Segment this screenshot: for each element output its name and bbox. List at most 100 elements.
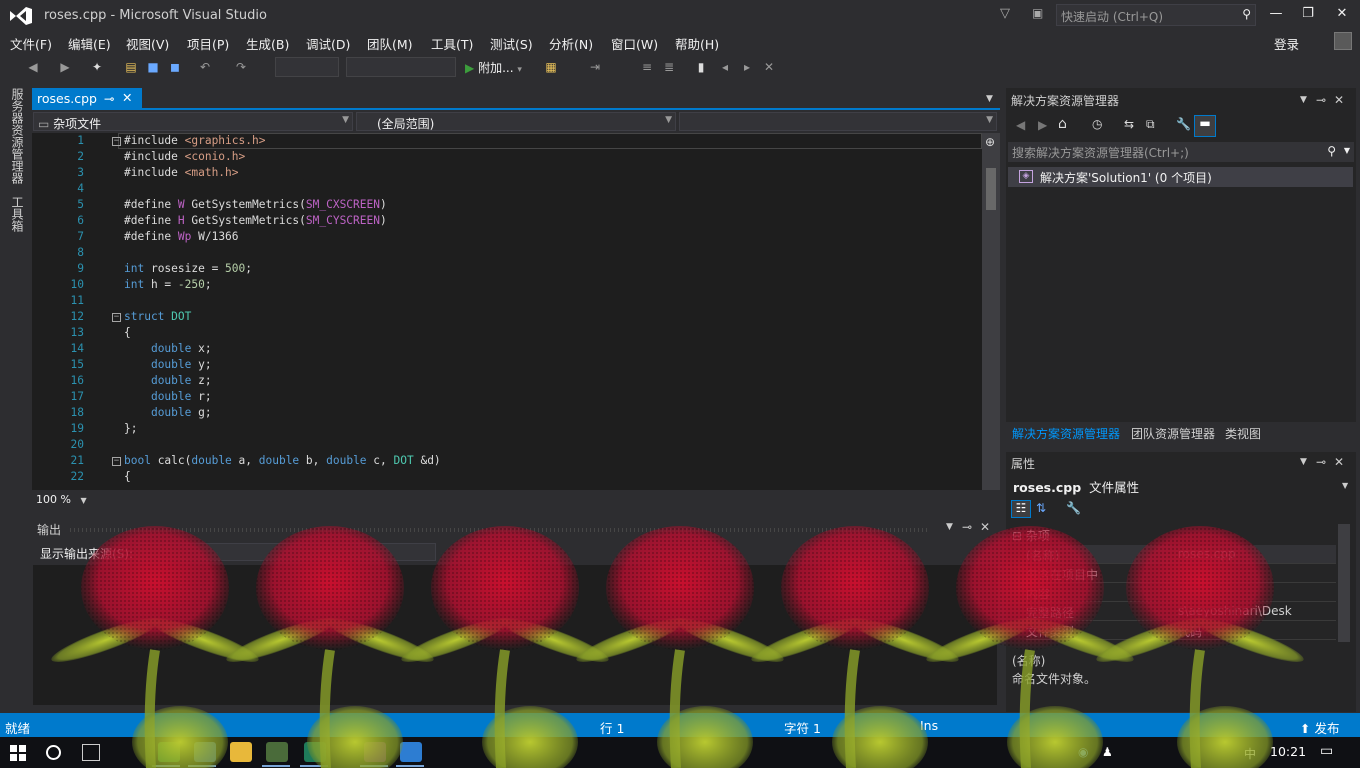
output-pin-icon[interactable]: ⊸ <box>962 520 972 534</box>
property-row[interactable]: 完整路径 s\aeyoshinari\Desk <box>1026 602 1336 621</box>
file-explorer-icon[interactable] <box>230 742 252 762</box>
solution-config-combo[interactable] <box>275 57 339 77</box>
se-close-icon[interactable]: ✕ <box>1334 93 1344 107</box>
save-icon[interactable]: ■ <box>146 60 160 74</box>
property-row[interactable]: 文件类型 代码 <box>1026 621 1336 640</box>
editor-scroll-thumb[interactable] <box>986 168 996 210</box>
fold-toggle-icon[interactable]: − <box>112 313 121 322</box>
member-combo[interactable]: ▼ <box>679 112 997 131</box>
toolbox-tab[interactable]: 工具箱 <box>9 196 26 232</box>
alphabetical-icon[interactable]: ⇅ <box>1036 501 1046 515</box>
taskbar-app-5-icon[interactable] <box>304 742 326 762</box>
history-icon[interactable]: ◷ <box>1092 117 1102 131</box>
code-editor[interactable]: 1− #include <graphics.h> 2 #include <conio.… <box>32 133 982 490</box>
props-close-icon[interactable]: ✕ <box>1334 455 1344 469</box>
sync-icon[interactable]: ⇆ <box>1124 117 1134 131</box>
menu-team[interactable]: 团队(M) <box>367 34 413 53</box>
output-source-combo[interactable] <box>136 543 436 561</box>
cortana-search-icon[interactable] <box>46 745 61 760</box>
server-explorer-tab[interactable]: 服务器资源管理器 <box>9 88 26 184</box>
quick-launch-input[interactable]: 快速启动 (Ctrl+Q) ⚲ <box>1056 4 1256 26</box>
props-dropdown-icon[interactable]: ▼ <box>1300 457 1307 467</box>
feedback-icon[interactable]: ▣ <box>1032 6 1043 20</box>
taskbar-app-1-icon[interactable] <box>158 742 180 762</box>
properties-wrench-icon[interactable]: 🔧 <box>1176 117 1191 131</box>
taskbar-app-2-icon[interactable] <box>194 742 216 762</box>
attach-button[interactable]: ▶ 附加... ▾ <box>465 59 522 76</box>
comment-icon[interactable]: ≡ <box>640 60 654 74</box>
project-combo[interactable]: ▭ 杂项文件 ▼ <box>33 112 353 131</box>
close-button[interactable]: ✕ <box>1332 6 1352 21</box>
preview-icon[interactable]: ▬ <box>1194 115 1216 137</box>
properties-object-selector[interactable]: roses.cpp 文件属性 <box>1013 477 1139 496</box>
uncomment-icon[interactable]: ≣ <box>662 60 676 74</box>
se-dropdown-icon[interactable]: ▼ <box>1300 95 1307 105</box>
menu-analyze[interactable]: 分析(N) <box>549 34 593 53</box>
solution-platform-combo[interactable] <box>346 57 456 77</box>
restore-button[interactable]: ❐ <box>1298 6 1318 21</box>
tab-class-view[interactable]: 类视图 <box>1225 425 1261 442</box>
back-icon[interactable]: ◀ <box>26 60 40 74</box>
property-category[interactable]: ⊟ 杂项 <box>1012 527 1050 544</box>
document-list-dropdown-icon[interactable]: ▼ <box>986 94 993 104</box>
network-icon[interactable]: ◉ <box>1078 745 1088 759</box>
solution-search-input[interactable]: 搜索解决方案资源管理器(Ctrl+;) ⚲ ▼ <box>1008 142 1354 162</box>
prev-bookmark-icon[interactable]: ◂ <box>718 60 732 74</box>
menu-project[interactable]: 项目(P) <box>187 34 229 53</box>
menu-window[interactable]: 窗口(W) <box>611 34 658 53</box>
next-bookmark-icon[interactable]: ▸ <box>740 60 754 74</box>
forward-icon[interactable]: ▶ <box>58 60 72 74</box>
menu-debug[interactable]: 调试(D) <box>306 34 350 53</box>
fold-toggle-icon[interactable]: − <box>112 137 121 146</box>
property-row[interactable]: 包含在项目中 <box>1026 564 1336 583</box>
fold-toggle-icon[interactable]: − <box>112 457 121 466</box>
solution-node[interactable]: 解决方案'Solution1' (0 个项目) <box>1008 167 1353 187</box>
tab-roses-cpp[interactable]: roses.cpp ⊸ ✕ <box>32 88 142 110</box>
se-pin-icon[interactable]: ⊸ <box>1316 93 1326 107</box>
props-pin-icon[interactable]: ⊸ <box>1316 455 1326 469</box>
pin-icon[interactable]: ⊸ <box>104 91 114 106</box>
collapse-all-icon[interactable]: ⧉ <box>1146 117 1155 132</box>
output-grip[interactable] <box>70 528 930 532</box>
close-tab-icon[interactable]: ✕ <box>122 90 132 105</box>
property-pages-icon[interactable]: 🔧 <box>1066 501 1081 515</box>
menu-test[interactable]: 测试(S) <box>490 34 533 53</box>
save-all-icon[interactable]: ◼ <box>168 60 182 74</box>
sign-in-link[interactable]: 登录 <box>1274 34 1299 53</box>
new-project-icon[interactable]: ✦ <box>90 60 104 74</box>
taskbar-app-4-icon[interactable] <box>266 742 288 762</box>
bookmark-icon[interactable]: ▮ <box>694 60 708 74</box>
windows-start-icon[interactable] <box>10 745 26 761</box>
menu-file[interactable]: 文件(F) <box>10 34 52 53</box>
tab-solution-explorer[interactable]: 解决方案资源管理器 <box>1012 425 1120 442</box>
notification-center-icon[interactable]: ▭ <box>1320 743 1333 759</box>
filter-icon[interactable]: ▽ <box>1000 6 1010 21</box>
step-icon[interactable]: ⇥ <box>588 60 602 74</box>
menu-tools[interactable]: 工具(T) <box>431 34 473 53</box>
task-view-icon[interactable] <box>82 744 100 761</box>
console-window-icon[interactable] <box>400 742 422 762</box>
split-editor-icon[interactable]: ⊕ <box>985 135 995 149</box>
menu-help[interactable]: 帮助(H) <box>675 34 719 53</box>
ime-indicator[interactable]: 中 <box>1244 745 1256 762</box>
taskbar-clock[interactable]: 10:21 <box>1270 744 1306 759</box>
property-row[interactable]: 内容 <box>1026 583 1336 602</box>
qq-tray-icon[interactable]: ♟ <box>1102 745 1113 759</box>
menu-view[interactable]: 视图(V) <box>126 34 169 53</box>
categorized-icon[interactable]: ☷ <box>1011 500 1031 518</box>
zoom-combo[interactable]: 100 % ▼ <box>36 493 87 506</box>
back-icon[interactable]: ◀ <box>1016 118 1025 132</box>
tab-team-explorer[interactable]: 团队资源管理器 <box>1131 425 1215 442</box>
output-dropdown-icon[interactable]: ▼ <box>946 522 953 532</box>
menu-edit[interactable]: 编辑(E) <box>68 34 111 53</box>
account-avatar-icon[interactable] <box>1334 32 1352 50</box>
open-file-icon[interactable]: ▤ <box>124 60 138 74</box>
home-icon[interactable]: ⌂ <box>1058 116 1067 132</box>
properties-scrollbar[interactable] <box>1338 524 1350 642</box>
find-in-files-icon[interactable]: ▦ <box>544 60 558 74</box>
visual-studio-taskbar-icon[interactable] <box>364 742 386 762</box>
redo-icon[interactable]: ↷ <box>234 60 248 74</box>
clear-bookmarks-icon[interactable]: ✕ <box>762 60 776 74</box>
forward-icon[interactable]: ▶ <box>1038 118 1047 132</box>
scope-combo[interactable]: (全局范围) ▼ <box>356 112 676 131</box>
